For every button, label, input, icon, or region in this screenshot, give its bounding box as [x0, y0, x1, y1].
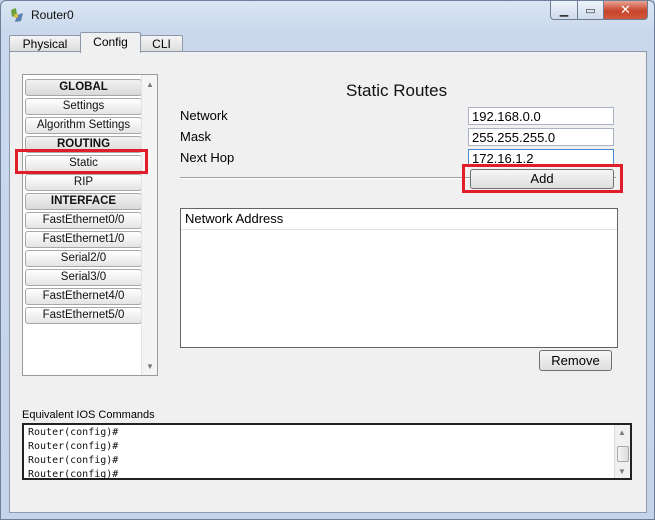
console-scroll-thumb[interactable]: [617, 446, 629, 462]
minimize-icon: ▁: [559, 4, 569, 17]
tab-physical[interactable]: Physical: [9, 35, 81, 52]
config-sidebar: GLOBAL Settings Algorithm Settings ROUTI…: [22, 74, 158, 376]
ios-command-line: Router(config)#: [28, 469, 119, 480]
ios-command-line: Router(config)#: [28, 427, 119, 438]
console-scrollbar[interactable]: ▲ ▼: [614, 425, 630, 478]
mask-input[interactable]: 255.255.255.0: [468, 128, 614, 146]
tab-config[interactable]: Config: [80, 32, 141, 53]
close-icon: ✕: [620, 2, 631, 17]
close-button[interactable]: ✕: [604, 1, 648, 20]
static-routes-title: Static Routes: [346, 81, 448, 100]
sidebar-item-fastethernet0-0[interactable]: FastEthernet0/0: [25, 212, 142, 229]
network-label: Network: [180, 108, 228, 123]
remove-button[interactable]: Remove: [539, 350, 612, 371]
scroll-up-icon[interactable]: ▲: [146, 80, 154, 89]
sidebar-item-fastethernet4-0[interactable]: FastEthernet4/0: [25, 288, 142, 305]
sidebar-item-serial3-0[interactable]: Serial3/0: [25, 269, 142, 286]
maximize-button[interactable]: ▭: [578, 1, 604, 20]
add-button[interactable]: Add: [470, 169, 614, 189]
tab-cli[interactable]: CLI: [140, 35, 183, 52]
ios-commands-console[interactable]: Router(config)# Router(config)# Router(c…: [22, 423, 632, 480]
ios-command-line: Router(config)#: [28, 441, 119, 452]
minimize-button[interactable]: ▁: [550, 1, 578, 20]
scroll-up-icon[interactable]: ▲: [618, 428, 626, 437]
network-address-list[interactable]: Network Address: [180, 208, 618, 348]
sidebar-header-routing: ROUTING: [25, 136, 142, 153]
title-bar[interactable]: Router0 ▁ ▭ ✕: [1, 1, 654, 29]
network-address-header: Network Address: [181, 209, 617, 230]
config-panel: GLOBAL Settings Algorithm Settings ROUTI…: [9, 51, 647, 513]
sidebar-item-settings[interactable]: Settings: [25, 98, 142, 115]
mask-label: Mask: [180, 129, 212, 144]
window-title: Router0: [31, 8, 74, 22]
sidebar-item-algorithm-settings[interactable]: Algorithm Settings: [25, 117, 142, 134]
sidebar-header-global: GLOBAL: [25, 79, 142, 96]
network-input[interactable]: 192.168.0.0: [468, 107, 614, 125]
router-config-window: Router0 ▁ ▭ ✕ Physical Config CLI GLOBAL…: [0, 0, 655, 520]
next-hop-label: Next Hop: [180, 150, 235, 165]
sidebar-scrollbar[interactable]: ▲ ▼: [141, 75, 157, 375]
sidebar-item-fastethernet1-0[interactable]: FastEthernet1/0: [25, 231, 142, 248]
maximize-icon: ▭: [585, 4, 596, 17]
ios-command-line: Router(config)#: [28, 455, 119, 466]
sidebar-item-fastethernet5-0[interactable]: FastEthernet5/0: [25, 307, 142, 324]
sidebar-header-interface: INTERFACE: [25, 193, 142, 210]
scroll-down-icon[interactable]: ▼: [618, 467, 626, 476]
sidebar-item-rip[interactable]: RIP: [25, 174, 142, 191]
next-hop-input[interactable]: 172.16.1.2: [468, 149, 614, 167]
router-app-icon: [11, 8, 23, 22]
sidebar-item-static[interactable]: Static: [25, 155, 142, 172]
scroll-down-icon[interactable]: ▼: [146, 362, 154, 371]
ios-commands-label: Equivalent IOS Commands: [22, 409, 155, 421]
sidebar-item-serial2-0[interactable]: Serial2/0: [25, 250, 142, 267]
